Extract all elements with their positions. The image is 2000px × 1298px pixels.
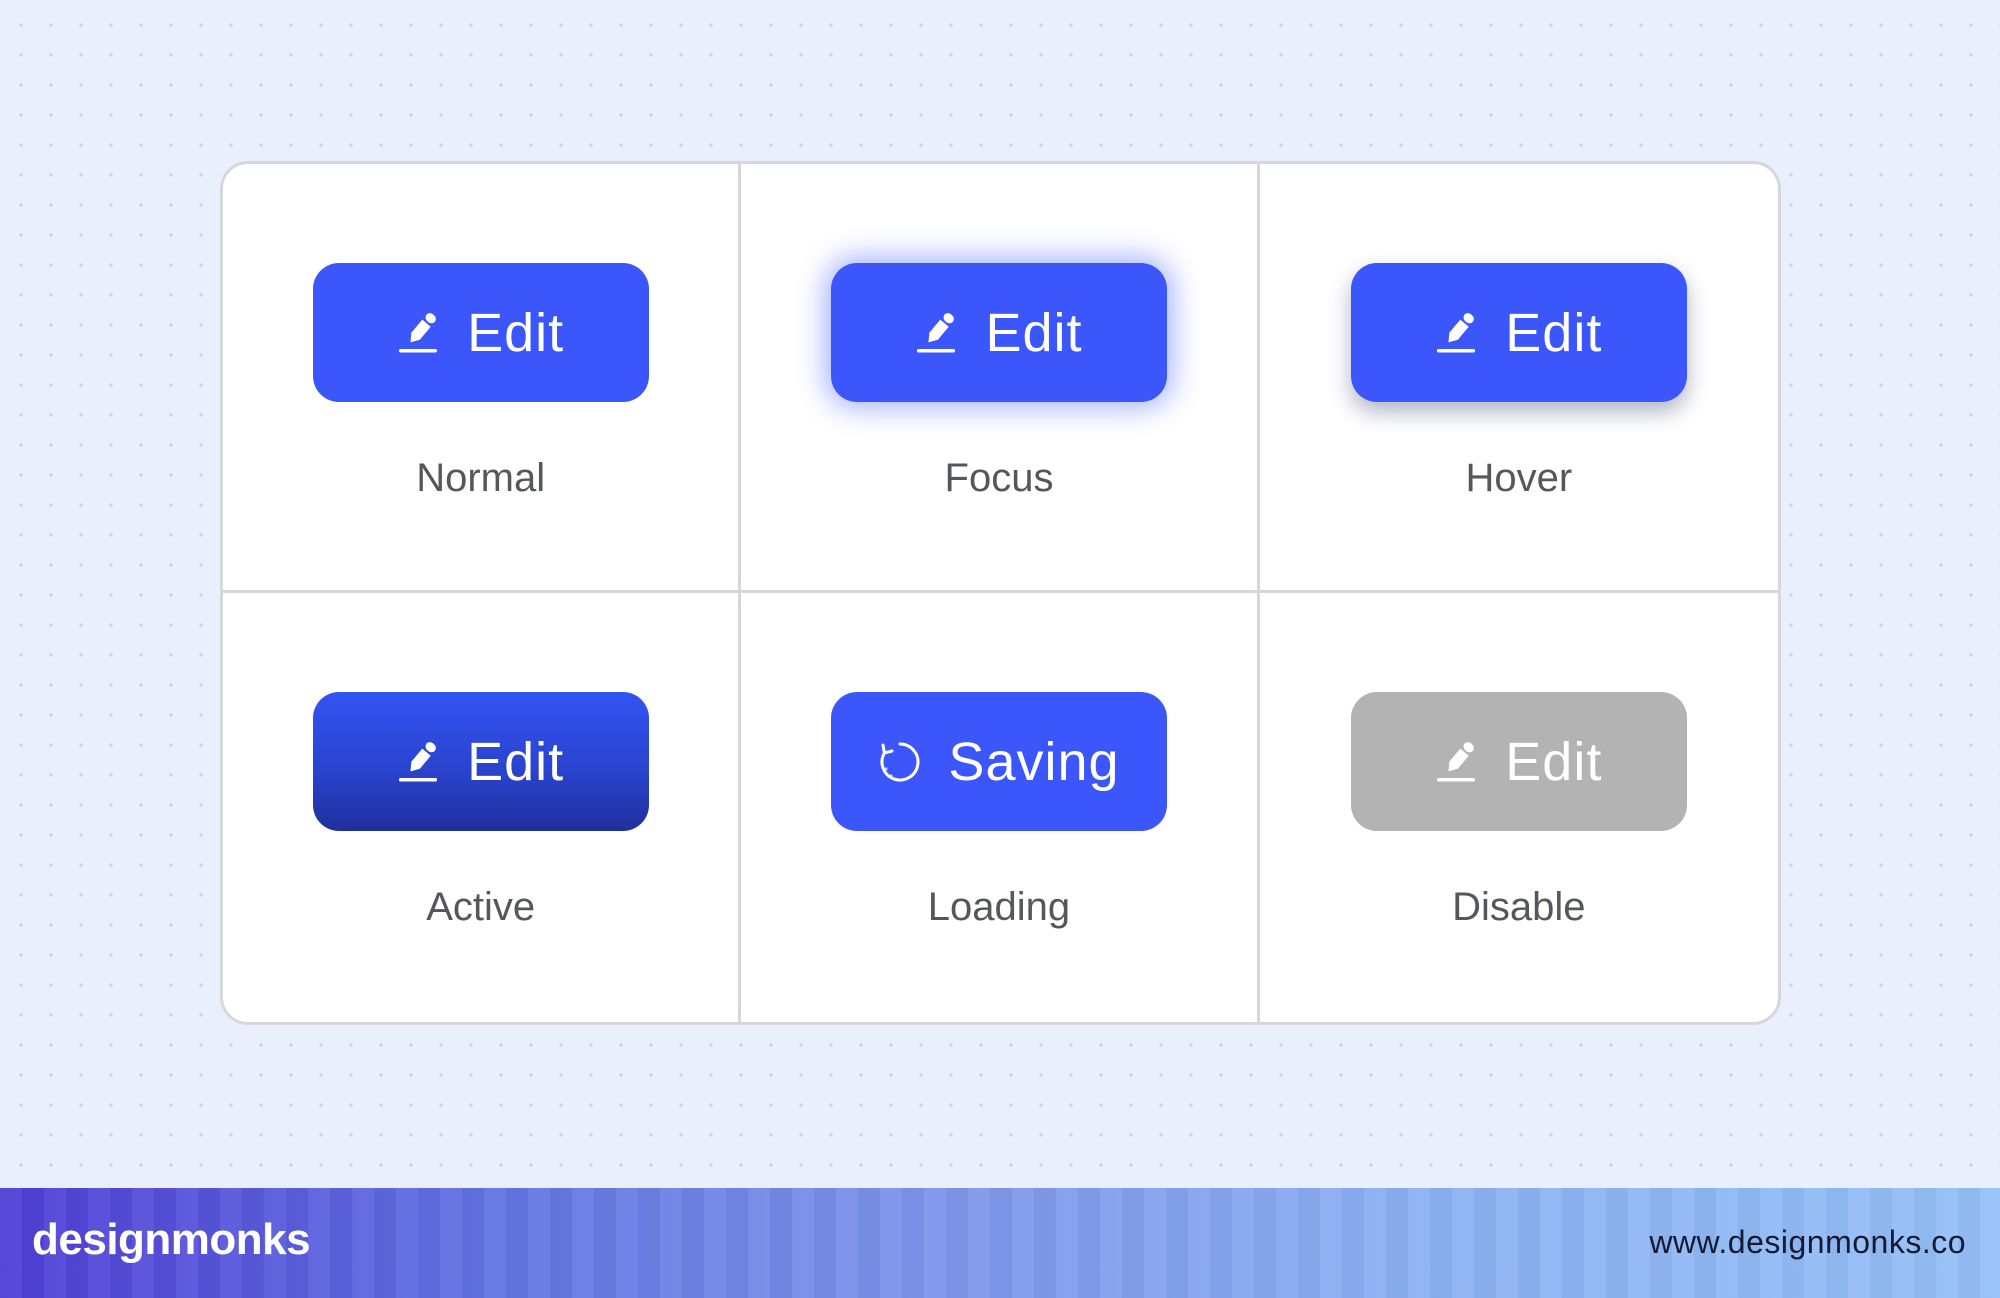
- state-label-normal: Normal: [416, 456, 546, 500]
- edit-button-active[interactable]: Edit: [312, 692, 649, 831]
- edit-button-label: Edit: [467, 302, 565, 363]
- pencil-icon: [1437, 312, 1476, 352]
- state-label-loading: Loading: [927, 885, 1071, 929]
- state-cell-active: Edit Active: [223, 593, 742, 1022]
- pencil-icon: [399, 741, 438, 781]
- edit-button-normal[interactable]: Edit: [312, 263, 649, 402]
- state-cell-loading: Saving Loading: [741, 593, 1260, 1022]
- edit-button-disabled: Edit: [1350, 692, 1687, 831]
- edit-button-label: Edit: [1505, 302, 1603, 363]
- saving-button-loading[interactable]: Saving: [830, 692, 1167, 831]
- state-cell-hover: Edit Hover: [1259, 164, 1778, 593]
- edit-button-label: Edit: [1505, 731, 1603, 792]
- state-cell-normal: Edit Normal: [223, 164, 742, 593]
- state-label-hover: Hover: [1465, 456, 1573, 500]
- pencil-icon: [917, 312, 956, 352]
- state-cell-disable: Edit Disable: [1260, 593, 1778, 1022]
- edit-button-label: Edit: [985, 302, 1083, 363]
- state-cell-focus: Edit Focus: [741, 164, 1260, 593]
- edit-button-label: Edit: [467, 731, 565, 792]
- state-label-active: Active: [426, 885, 536, 929]
- spinner-icon: [880, 742, 920, 781]
- state-label-disable: Disable: [1452, 885, 1586, 929]
- saving-button-label: Saving: [948, 731, 1120, 792]
- state-label-focus: Focus: [944, 456, 1054, 500]
- brand-logo: designmonks: [32, 1215, 311, 1264]
- footer-bar: designmonks www.designmonks.co: [0, 1188, 2000, 1298]
- edit-button-hover[interactable]: Edit: [1350, 263, 1687, 402]
- website-url[interactable]: www.designmonks.co: [1649, 1224, 1966, 1261]
- pencil-icon: [1437, 741, 1476, 781]
- edit-button-focus[interactable]: Edit: [830, 263, 1167, 402]
- button-states-card: Edit Normal Edit Focus Edit Hover Edit A…: [220, 161, 1781, 1025]
- pencil-icon: [399, 312, 438, 352]
